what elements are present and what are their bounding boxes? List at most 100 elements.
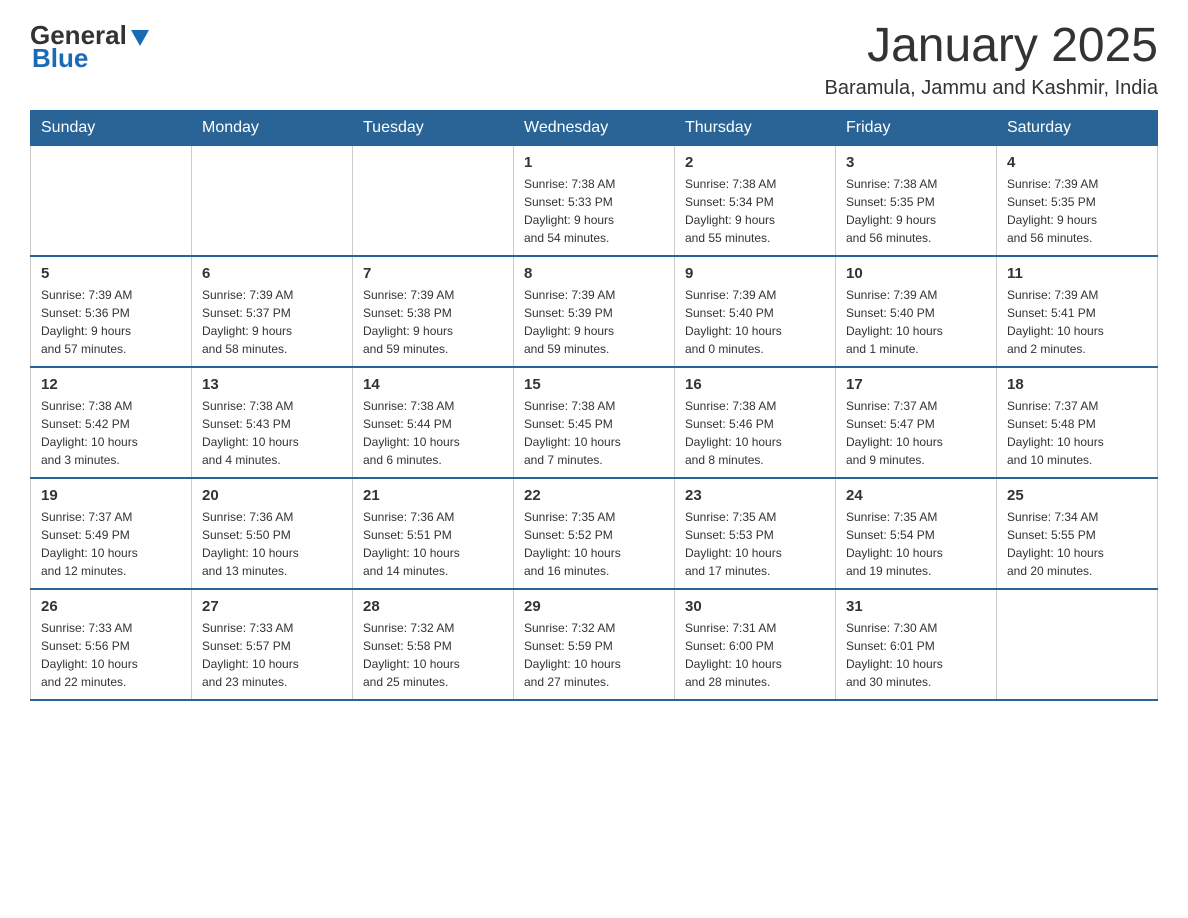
day-info: Sunrise: 7:38 AM Sunset: 5:35 PM Dayligh… (846, 175, 986, 247)
calendar-cell: 19 Sunrise: 7:37 AM Sunset: 5:49 PM Dayli… (31, 478, 192, 589)
calendar-cell: 31 Sunrise: 7:30 AM Sunset: 6:01 PM Dayli… (836, 589, 997, 700)
day-number: 2 (685, 154, 825, 171)
day-number: 16 (685, 376, 825, 393)
day-info: Sunrise: 7:37 AM Sunset: 5:48 PM Dayligh… (1007, 397, 1147, 469)
day-number: 14 (363, 376, 503, 393)
day-number: 10 (846, 265, 986, 282)
day-number: 8 (524, 265, 664, 282)
day-number: 12 (41, 376, 181, 393)
calendar-week-row: 5 Sunrise: 7:39 AM Sunset: 5:36 PM Daylig… (31, 256, 1158, 367)
day-info: Sunrise: 7:35 AM Sunset: 5:52 PM Dayligh… (524, 508, 664, 580)
weekday-header-tuesday: Tuesday (353, 110, 514, 145)
day-info: Sunrise: 7:38 AM Sunset: 5:45 PM Dayligh… (524, 397, 664, 469)
day-info: Sunrise: 7:33 AM Sunset: 5:57 PM Dayligh… (202, 619, 342, 691)
day-info: Sunrise: 7:38 AM Sunset: 5:43 PM Dayligh… (202, 397, 342, 469)
day-number: 15 (524, 376, 664, 393)
calendar-cell: 28 Sunrise: 7:32 AM Sunset: 5:58 PM Dayli… (353, 589, 514, 700)
day-number: 24 (846, 487, 986, 504)
calendar-body: 1 Sunrise: 7:38 AM Sunset: 5:33 PM Daylig… (31, 145, 1158, 700)
day-info: Sunrise: 7:36 AM Sunset: 5:51 PM Dayligh… (363, 508, 503, 580)
calendar-cell: 2 Sunrise: 7:38 AM Sunset: 5:34 PM Daylig… (675, 145, 836, 256)
day-info: Sunrise: 7:38 AM Sunset: 5:34 PM Dayligh… (685, 175, 825, 247)
calendar-subtitle: Baramula, Jammu and Kashmir, India (825, 77, 1159, 100)
day-info: Sunrise: 7:31 AM Sunset: 6:00 PM Dayligh… (685, 619, 825, 691)
day-number: 26 (41, 598, 181, 615)
logo: General Blue (30, 20, 151, 74)
day-info: Sunrise: 7:39 AM Sunset: 5:36 PM Dayligh… (41, 286, 181, 358)
day-info: Sunrise: 7:30 AM Sunset: 6:01 PM Dayligh… (846, 619, 986, 691)
day-info: Sunrise: 7:38 AM Sunset: 5:42 PM Dayligh… (41, 397, 181, 469)
calendar-cell: 12 Sunrise: 7:38 AM Sunset: 5:42 PM Dayli… (31, 367, 192, 478)
calendar-header: SundayMondayTuesdayWednesdayThursdayFrid… (31, 110, 1158, 145)
calendar-week-row: 12 Sunrise: 7:38 AM Sunset: 5:42 PM Dayli… (31, 367, 1158, 478)
logo-triangle-icon (129, 26, 151, 48)
calendar-cell: 18Sunrise: 7:37 AM Sunset: 5:48 PM Dayli… (997, 367, 1158, 478)
calendar-cell: 22 Sunrise: 7:35 AM Sunset: 5:52 PM Dayli… (514, 478, 675, 589)
calendar-cell: 27 Sunrise: 7:33 AM Sunset: 5:57 PM Dayli… (192, 589, 353, 700)
day-number: 1 (524, 154, 664, 171)
day-info: Sunrise: 7:38 AM Sunset: 5:33 PM Dayligh… (524, 175, 664, 247)
calendar-cell: 10Sunrise: 7:39 AM Sunset: 5:40 PM Dayli… (836, 256, 997, 367)
day-number: 9 (685, 265, 825, 282)
day-info: Sunrise: 7:37 AM Sunset: 5:47 PM Dayligh… (846, 397, 986, 469)
calendar-cell: 26 Sunrise: 7:33 AM Sunset: 5:56 PM Dayli… (31, 589, 192, 700)
day-number: 3 (846, 154, 986, 171)
calendar-table: SundayMondayTuesdayWednesdayThursdayFrid… (30, 110, 1158, 701)
day-info: Sunrise: 7:32 AM Sunset: 5:58 PM Dayligh… (363, 619, 503, 691)
day-number: 30 (685, 598, 825, 615)
calendar-cell: 25Sunrise: 7:34 AM Sunset: 5:55 PM Dayli… (997, 478, 1158, 589)
day-info: Sunrise: 7:38 AM Sunset: 5:44 PM Dayligh… (363, 397, 503, 469)
calendar-cell: 17 Sunrise: 7:37 AM Sunset: 5:47 PM Dayli… (836, 367, 997, 478)
day-number: 17 (846, 376, 986, 393)
day-number: 27 (202, 598, 342, 615)
day-number: 5 (41, 265, 181, 282)
calendar-cell: 13Sunrise: 7:38 AM Sunset: 5:43 PM Dayli… (192, 367, 353, 478)
calendar-cell: 9 Sunrise: 7:39 AM Sunset: 5:40 PM Daylig… (675, 256, 836, 367)
weekday-header-friday: Friday (836, 110, 997, 145)
day-number: 11 (1007, 265, 1147, 282)
calendar-cell: 11 Sunrise: 7:39 AM Sunset: 5:41 PM Dayli… (997, 256, 1158, 367)
day-info: Sunrise: 7:34 AM Sunset: 5:55 PM Dayligh… (1007, 508, 1147, 580)
calendar-cell: 6Sunrise: 7:39 AM Sunset: 5:37 PM Daylig… (192, 256, 353, 367)
day-info: Sunrise: 7:35 AM Sunset: 5:53 PM Dayligh… (685, 508, 825, 580)
day-number: 22 (524, 487, 664, 504)
calendar-cell: 16 Sunrise: 7:38 AM Sunset: 5:46 PM Dayli… (675, 367, 836, 478)
page-header: General Blue January 2025 Baramula, Jamm… (30, 20, 1158, 100)
weekday-header-monday: Monday (192, 110, 353, 145)
day-number: 29 (524, 598, 664, 615)
day-info: Sunrise: 7:39 AM Sunset: 5:35 PM Dayligh… (1007, 175, 1147, 247)
day-info: Sunrise: 7:33 AM Sunset: 5:56 PM Dayligh… (41, 619, 181, 691)
day-info: Sunrise: 7:38 AM Sunset: 5:46 PM Dayligh… (685, 397, 825, 469)
calendar-title: January 2025 (825, 20, 1159, 73)
calendar-cell (31, 145, 192, 256)
day-number: 19 (41, 487, 181, 504)
day-info: Sunrise: 7:39 AM Sunset: 5:41 PM Dayligh… (1007, 286, 1147, 358)
weekday-header-row: SundayMondayTuesdayWednesdayThursdayFrid… (31, 110, 1158, 145)
calendar-cell: 8 Sunrise: 7:39 AM Sunset: 5:39 PM Daylig… (514, 256, 675, 367)
calendar-week-row: 26 Sunrise: 7:33 AM Sunset: 5:56 PM Dayli… (31, 589, 1158, 700)
day-number: 23 (685, 487, 825, 504)
day-info: Sunrise: 7:32 AM Sunset: 5:59 PM Dayligh… (524, 619, 664, 691)
calendar-cell (192, 145, 353, 256)
calendar-cell: 1 Sunrise: 7:38 AM Sunset: 5:33 PM Daylig… (514, 145, 675, 256)
weekday-header-thursday: Thursday (675, 110, 836, 145)
calendar-cell: 24 Sunrise: 7:35 AM Sunset: 5:54 PM Dayli… (836, 478, 997, 589)
calendar-cell: 30 Sunrise: 7:31 AM Sunset: 6:00 PM Dayli… (675, 589, 836, 700)
day-info: Sunrise: 7:35 AM Sunset: 5:54 PM Dayligh… (846, 508, 986, 580)
day-info: Sunrise: 7:36 AM Sunset: 5:50 PM Dayligh… (202, 508, 342, 580)
weekday-header-wednesday: Wednesday (514, 110, 675, 145)
day-info: Sunrise: 7:39 AM Sunset: 5:38 PM Dayligh… (363, 286, 503, 358)
day-info: Sunrise: 7:37 AM Sunset: 5:49 PM Dayligh… (41, 508, 181, 580)
calendar-week-row: 19 Sunrise: 7:37 AM Sunset: 5:49 PM Dayli… (31, 478, 1158, 589)
calendar-cell: 15 Sunrise: 7:38 AM Sunset: 5:45 PM Dayli… (514, 367, 675, 478)
calendar-cell: 29 Sunrise: 7:32 AM Sunset: 5:59 PM Dayli… (514, 589, 675, 700)
day-number: 31 (846, 598, 986, 615)
day-info: Sunrise: 7:39 AM Sunset: 5:39 PM Dayligh… (524, 286, 664, 358)
logo-blue: Blue (32, 43, 88, 74)
day-number: 28 (363, 598, 503, 615)
calendar-week-row: 1 Sunrise: 7:38 AM Sunset: 5:33 PM Daylig… (31, 145, 1158, 256)
day-info: Sunrise: 7:39 AM Sunset: 5:40 PM Dayligh… (685, 286, 825, 358)
title-section: January 2025 Baramula, Jammu and Kashmir… (825, 20, 1159, 100)
day-number: 4 (1007, 154, 1147, 171)
calendar-cell: 21Sunrise: 7:36 AM Sunset: 5:51 PM Dayli… (353, 478, 514, 589)
